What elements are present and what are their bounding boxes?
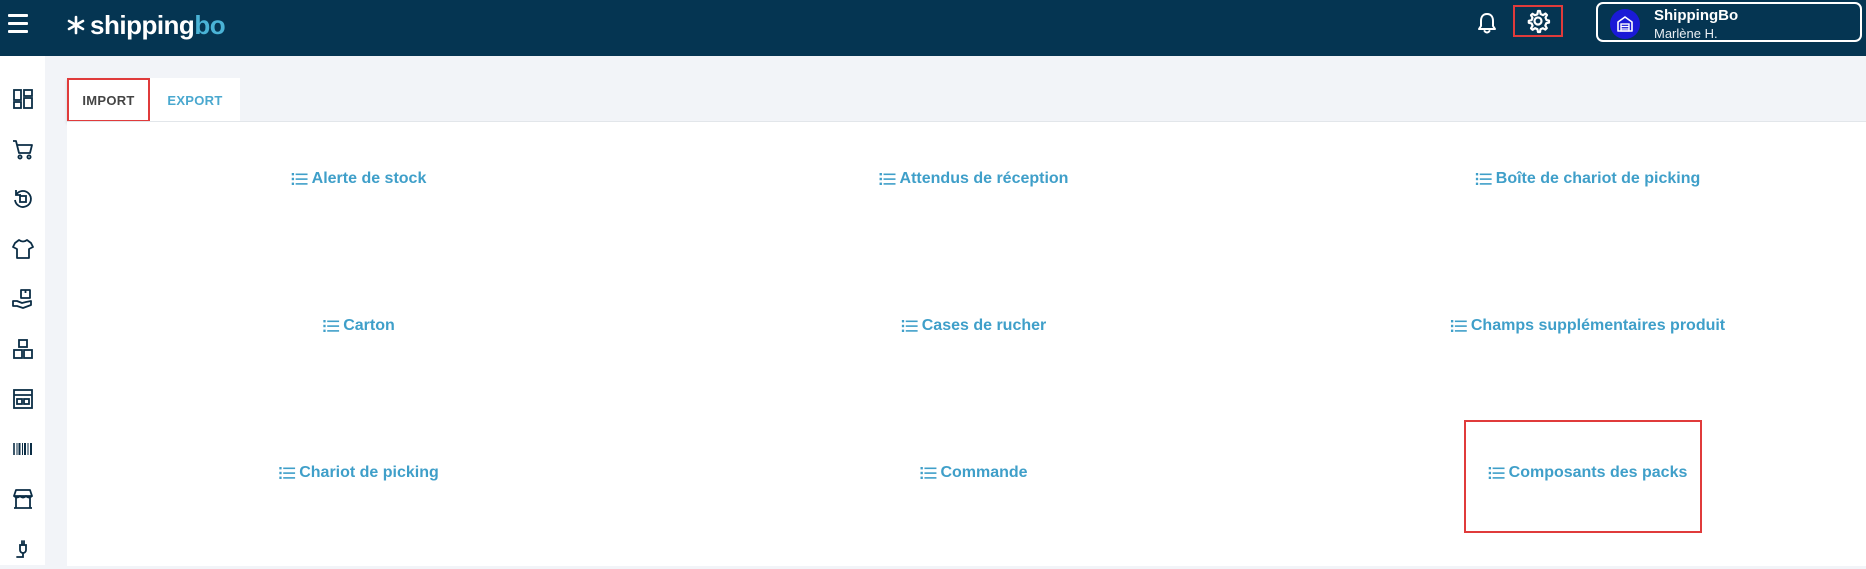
sidebar (0, 56, 45, 565)
list-icon (920, 467, 937, 479)
item-label: Carton (343, 317, 395, 334)
warehouse-shelf-icon[interactable] (0, 379, 45, 419)
tab-export[interactable]: EXPORT (150, 78, 240, 122)
gear-icon (1527, 9, 1551, 34)
store-icon[interactable] (0, 479, 45, 519)
account-user: Marlène H. (1654, 26, 1718, 41)
shippingbo-logo[interactable]: shippingbo (66, 8, 226, 42)
list-icon (1488, 467, 1505, 479)
list-icon (291, 173, 308, 185)
list-icon (279, 467, 296, 479)
item-label: Alerte de stock (311, 170, 427, 187)
account-switcher[interactable]: ShippingBo Marlène H. (1596, 2, 1862, 42)
list-icon (879, 173, 896, 185)
boxes-icon[interactable] (0, 329, 45, 369)
list-icon (1475, 173, 1492, 185)
import-item-composants-des-packs[interactable]: Composants des packs (1488, 464, 1688, 482)
tab-import[interactable]: IMPORT (67, 78, 150, 122)
package-hand-icon[interactable] (0, 279, 45, 319)
logo-text: shippingbo (90, 9, 226, 40)
account-name: ShippingBo (1654, 7, 1739, 24)
import-item-champs-supplementaires-produit[interactable]: Champs supplémentaires produit (1450, 317, 1726, 335)
import-item-cases-de-rucher[interactable]: Cases de rucher (901, 317, 1047, 335)
import-item-commande[interactable]: Commande (920, 464, 1028, 482)
list-icon (323, 320, 340, 332)
dashboard-icon[interactable] (0, 79, 45, 119)
list-icon (901, 320, 918, 332)
import-export-tabs: IMPORT EXPORT (67, 78, 240, 122)
item-label: Boîte de chariot de picking (1495, 170, 1701, 187)
item-label: Commande (940, 464, 1028, 481)
bell-icon[interactable] (1472, 8, 1502, 38)
item-label: Champs supplémentaires produit (1470, 317, 1726, 334)
import-item-attendus-de-reception[interactable]: Attendus de réception (879, 170, 1069, 188)
import-item-boite-de-chariot-de-picking[interactable]: Boîte de chariot de picking (1475, 170, 1701, 188)
item-label: Chariot de picking (299, 464, 439, 481)
cart-icon[interactable] (0, 129, 45, 169)
import-panel: Alerte de stock Attendus de réception Bo… (67, 121, 1866, 566)
warehouse-icon (1610, 9, 1640, 39)
list-icon (1450, 320, 1467, 332)
asterisk-logo-icon (67, 15, 85, 35)
item-label: Attendus de réception (899, 170, 1069, 187)
item-label: Composants des packs (1508, 464, 1688, 481)
returns-icon[interactable] (0, 179, 45, 219)
top-bar: shippingbo ShippingBo Marlène H. (0, 0, 1866, 56)
settings-button[interactable] (1513, 5, 1563, 37)
tshirt-icon[interactable] (0, 229, 45, 269)
barcode-icon[interactable] (0, 429, 45, 469)
import-item-carton[interactable]: Carton (323, 317, 395, 335)
hamburger-menu-icon[interactable] (8, 14, 36, 36)
item-label: Cases de rucher (921, 317, 1047, 334)
import-item-alerte-de-stock[interactable]: Alerte de stock (291, 170, 427, 188)
plug-icon[interactable] (0, 529, 45, 569)
import-item-chariot-de-picking[interactable]: Chariot de picking (279, 464, 439, 482)
